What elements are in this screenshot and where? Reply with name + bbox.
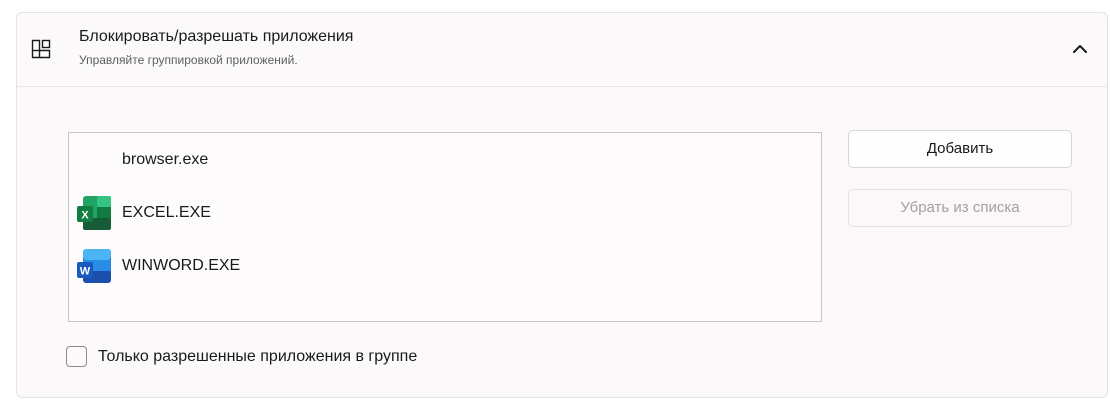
app-group-icon: [31, 39, 51, 59]
app-name: EXCEL.EXE: [122, 204, 211, 221]
chevron-up-icon[interactable]: [1071, 40, 1089, 58]
allowed-only-checkbox[interactable]: [66, 346, 87, 367]
section-subtitle: Управляйте группировкой приложений.: [79, 53, 298, 67]
add-button[interactable]: Добавить: [848, 130, 1072, 168]
word-icon: W: [77, 249, 111, 283]
app-name: WINWORD.EXE: [122, 257, 241, 274]
app-list[interactable]: browser.exe X EXCEL.EXE W WINWORD.EXE: [68, 132, 822, 322]
section-header[interactable]: Блокировать/разрешать приложения Управля…: [17, 13, 1107, 87]
svg-text:X: X: [81, 210, 89, 222]
remove-from-list-button[interactable]: Убрать из списка: [848, 189, 1072, 227]
list-item-browser[interactable]: browser.exe: [69, 138, 821, 182]
app-name: browser.exe: [122, 151, 209, 168]
checkbox-label: Только разрешенные приложения в группе: [98, 348, 418, 365]
section-title: Блокировать/разрешать приложения: [79, 28, 354, 45]
app-blocking-panel: Блокировать/разрешать приложения Управля…: [16, 12, 1108, 398]
excel-icon: X: [77, 196, 111, 230]
list-item-excel[interactable]: X EXCEL.EXE: [69, 191, 821, 235]
svg-text:W: W: [80, 266, 91, 278]
list-item-word[interactable]: W WINWORD.EXE: [69, 244, 821, 288]
